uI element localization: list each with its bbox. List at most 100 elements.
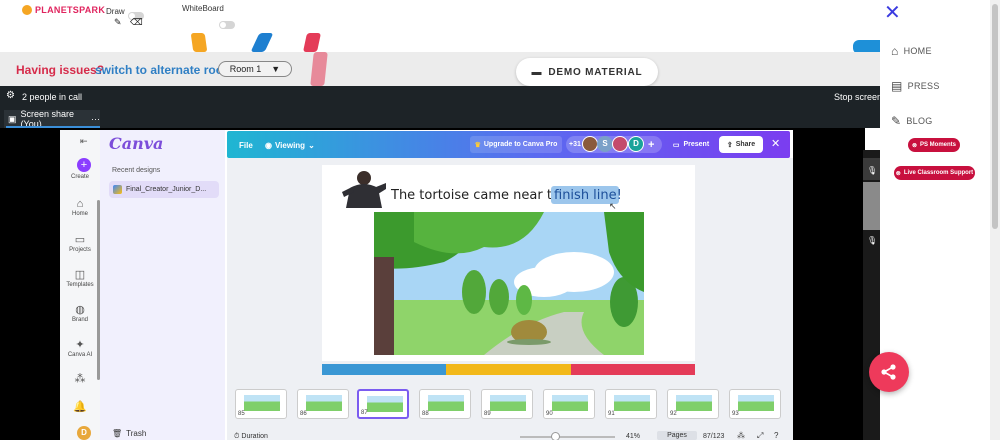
recent-design-item[interactable]: Final_Creator_Junior_D... — [109, 181, 219, 198]
upgrade-button[interactable]: ♛ Upgrade to Canva Pro — [470, 136, 562, 153]
recent-designs-label: Recent designs — [112, 167, 161, 174]
recent-designs-panel — [100, 130, 225, 440]
sidebar-item-press[interactable]: ▤ PRESS — [891, 79, 940, 93]
create-button[interactable]: + — [77, 158, 91, 172]
trash-icon: 🗑 — [112, 429, 123, 438]
nav-label: Canva AI — [67, 352, 93, 358]
share-icon — [881, 364, 896, 380]
record-icon: ⊗ — [895, 170, 901, 177]
nav-notifications[interactable]: 🔔 — [62, 400, 98, 414]
canva-share-button[interactable]: ⇪ Share — [719, 136, 763, 153]
ps-moments-label: PS Moments — [920, 142, 957, 148]
present-icon: ▭ — [672, 141, 680, 149]
thumbnail-number: 93 — [732, 411, 739, 417]
room-select[interactable]: Room 1 ▼ — [218, 61, 292, 77]
fullscreen-icon[interactable]: ⤢ — [757, 431, 763, 440]
duration-button[interactable]: ⏱ Duration — [234, 433, 268, 440]
nav-templates[interactable]: ◫ Templates — [62, 268, 98, 288]
share-fab-button[interactable] — [869, 352, 909, 392]
page-thumbnail[interactable]: 89 — [481, 389, 533, 419]
logo-icon — [22, 5, 32, 15]
recent-design-name: Final_Creator_Junior_D... — [126, 186, 207, 193]
gear-icon[interactable]: ⚙ — [6, 90, 15, 101]
home-icon: ⌂ — [76, 198, 84, 210]
collaborator-avatar-d[interactable]: D — [628, 136, 644, 152]
thumbnail-number: 91 — [608, 411, 615, 417]
planetspark-logo[interactable]: PLANETSPARK — [22, 5, 105, 15]
thumbnail-number: 88 — [422, 411, 429, 417]
viewing-dropdown[interactable]: ◉ Viewing ⌄ — [265, 141, 315, 150]
demo-material-button[interactable]: ▬ DEMO MATERIAL — [516, 58, 658, 86]
slide-illustration — [374, 212, 644, 355]
page-thumbnail[interactable]: 86 — [297, 389, 349, 419]
whiteboard-toggle[interactable] — [219, 21, 236, 29]
pencil-icon[interactable]: ✎ — [114, 17, 122, 28]
user-avatar[interactable]: D — [77, 426, 91, 440]
newspaper-icon: ▤ — [891, 79, 903, 93]
page-thumbnail[interactable]: 92 — [667, 389, 719, 419]
present-label: Present — [683, 141, 710, 148]
sidebar-item-home[interactable]: ⌂ HOME — [891, 44, 932, 58]
nav-create[interactable]: Create — [62, 174, 98, 180]
live-support-label: Live Classroom Support — [903, 170, 974, 176]
live-support-button[interactable]: ⊗ Live Classroom Support — [894, 166, 975, 180]
stop-screen-button[interactable]: Stop screen — [834, 92, 882, 102]
page-thumbnail[interactable]: 88 — [419, 389, 471, 419]
switch-room-link[interactable]: switch to alternate room — [95, 63, 234, 77]
slide-stripe-blue — [322, 364, 446, 375]
zoom-slider[interactable] — [520, 436, 615, 438]
thumbnail-number: 92 — [670, 411, 677, 417]
slide-stripe-red — [571, 364, 695, 375]
page-thumbnail[interactable]: 93 — [729, 389, 781, 419]
pencil-icon: ✎ — [891, 114, 902, 128]
page-scrollbar-thumb[interactable] — [992, 4, 998, 229]
collaborator-avatar[interactable] — [582, 136, 598, 152]
collapse-icon[interactable]: ⇤ — [80, 136, 88, 147]
screen-share-icon: ▣ — [8, 113, 17, 124]
slide-stripe-yellow — [446, 364, 571, 375]
canva-logo[interactable]: Canva — [109, 134, 163, 153]
thumbnail-number: 89 — [484, 411, 491, 417]
ps-moments-button[interactable]: ⊗ PS Moments — [908, 138, 960, 152]
brand-icon: ◍ — [75, 304, 85, 316]
duration-label: Duration — [241, 433, 268, 440]
help-icon[interactable]: ? — [774, 431, 778, 440]
add-collaborator-icon[interactable]: + — [648, 139, 654, 151]
close-icon[interactable]: ✕ — [884, 0, 901, 25]
demo-material-label: DEMO MATERIAL — [548, 66, 643, 78]
thumbnail-art — [738, 395, 774, 411]
trash-link[interactable]: 🗑 Trash — [112, 429, 146, 438]
eraser-icon[interactable]: ⌫ — [130, 17, 143, 28]
nav-canva-ai[interactable]: ✦ Canva AI — [62, 338, 98, 358]
room-select-value: Room 1 — [229, 64, 262, 74]
page-thumbnail[interactable]: 85 — [235, 389, 287, 419]
zoom-level[interactable]: 41% — [626, 433, 640, 440]
thumbnail-art — [428, 395, 464, 411]
caret-down-icon: ▼ — [271, 64, 281, 74]
grid-view-icon[interactable]: ⁂ — [737, 431, 745, 440]
page-thumbnail[interactable]: 90 — [543, 389, 595, 419]
more-icon[interactable]: ··· — [91, 114, 100, 124]
page-thumbnail[interactable]: 91 — [605, 389, 657, 419]
participant-video[interactable] — [863, 182, 880, 230]
logo-text: PLANETSPARK — [35, 5, 106, 15]
nav-label: Home — [71, 211, 88, 217]
home-icon: ⌂ — [891, 44, 899, 58]
close-icon[interactable]: ✕ — [771, 137, 780, 150]
nav-apps[interactable]: ⁂ — [62, 372, 98, 386]
pages-button[interactable]: Pages — [657, 431, 697, 440]
page-thumbnail[interactable]: 87 — [357, 389, 409, 419]
nav-brand[interactable]: ◍ Brand — [62, 303, 98, 323]
thumbnail-number: 90 — [546, 411, 553, 417]
upgrade-label: Upgrade to Canva Pro — [483, 141, 558, 148]
zoom-slider-knob[interactable] — [551, 432, 560, 440]
present-button[interactable]: ▭ Present — [666, 136, 716, 153]
collaborator-avatar-s[interactable]: S — [597, 136, 613, 152]
sidebar-item-blog[interactable]: ✎ BLOG — [891, 114, 933, 128]
collaborator-avatar[interactable] — [612, 136, 628, 152]
nav-projects[interactable]: ▭ Projects — [62, 233, 98, 253]
file-menu[interactable]: File — [239, 141, 253, 150]
mic-icon: 🎙 — [867, 166, 878, 175]
thumbnail-number: 85 — [238, 411, 245, 417]
nav-home[interactable]: ⌂ Home — [62, 198, 98, 217]
